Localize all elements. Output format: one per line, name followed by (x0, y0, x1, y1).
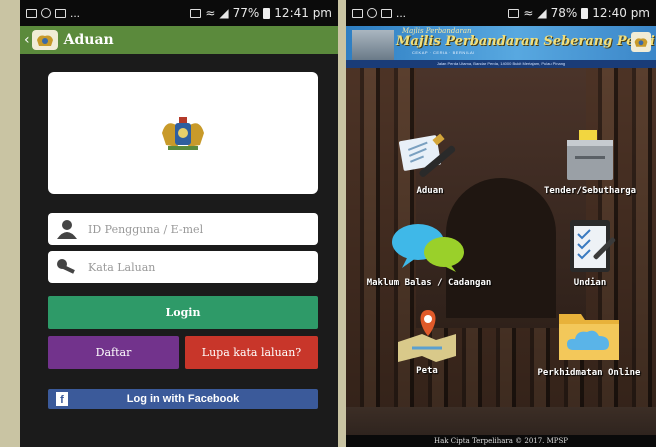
menu-item-perkhidmatan-online[interactable]: Perkhidmatan Online (522, 306, 656, 380)
gallery-icon (352, 8, 363, 18)
sync-icon (367, 8, 377, 18)
more-indicator: ... (396, 6, 407, 20)
battery-percent: 77% (232, 6, 260, 20)
copyright-footer: Hak Cipta Terpelihara © 2017. MPSP (346, 435, 656, 447)
image-icon (381, 8, 392, 18)
register-button[interactable]: Daftar (48, 336, 179, 369)
banner-tagline: CEKAP · CERIA · BERNILAI (412, 50, 475, 55)
username-input[interactable] (86, 221, 290, 237)
app-header: ‹ Aduan (20, 26, 338, 54)
menu-item-label: Aduan (416, 186, 444, 196)
council-banner: Majlis Perbandaran Majlis Perbandaran Se… (346, 26, 656, 68)
chat-bubbles-icon (392, 224, 464, 272)
more-indicator: ... (70, 6, 81, 20)
battery-icon (581, 7, 589, 19)
clock: 12:40 pm (592, 6, 650, 20)
crest-logo (162, 117, 204, 150)
map-pin-icon (398, 310, 456, 362)
menu-item-label: Undian (573, 278, 607, 288)
battery-icon (263, 7, 271, 19)
clipboard-checklist-icon (570, 220, 616, 272)
cloud-folder-icon (559, 314, 619, 360)
status-bar: ... ≈ ◢ 77% 12:41 pm (20, 0, 338, 26)
image-icon (55, 8, 66, 18)
clock: 12:41 pm (274, 6, 332, 20)
signal-icon: ◢ (219, 6, 229, 20)
menu-item-undian[interactable]: Undian (542, 216, 638, 292)
logo-card (48, 72, 318, 194)
menu-item-tender[interactable]: Tender/Sebutharga (526, 128, 654, 200)
menu-item-label: Peta (416, 366, 438, 376)
password-field[interactable] (48, 251, 318, 283)
menu-item-aduan[interactable]: Aduan (382, 128, 478, 200)
password-input[interactable] (86, 259, 290, 275)
building-logo (352, 30, 394, 60)
alarm-icon (190, 8, 202, 18)
key-icon (57, 259, 75, 274)
username-field[interactable] (48, 213, 318, 245)
home-screen: ... ≈ ◢ 78% 12:40 pm Majlis Perbandaran … (346, 0, 656, 447)
back-icon[interactable]: ‹ (24, 32, 30, 48)
signal-icon: ◢ (537, 6, 547, 20)
login-button[interactable]: Login (48, 296, 318, 329)
facebook-login-label: Log in with Facebook (126, 393, 240, 405)
crest-logo (631, 32, 651, 52)
banner-address: Jalan Perda Utama, Bandar Perda, 14000 B… (346, 60, 656, 68)
login-screen: ... ≈ ◢ 77% 12:41 pm ‹ Aduan ID Pengguna… (20, 0, 338, 447)
ballot-box-icon (567, 130, 613, 180)
user-icon (57, 220, 77, 239)
sync-icon (41, 8, 51, 18)
complaint-pen-icon (399, 133, 456, 177)
menu-item-label: Tender/Sebutharga (543, 186, 637, 196)
wifi-icon: ≈ (205, 6, 216, 20)
facebook-icon: f (56, 392, 68, 406)
forgot-password-button[interactable]: Lupa kata laluan? (185, 336, 318, 369)
page-title: Aduan (63, 32, 114, 48)
status-bar: ... ≈ ◢ 78% 12:40 pm (346, 0, 656, 26)
menu-item-maklum-balas[interactable]: Maklum Balas / Cadangan (350, 220, 508, 292)
facebook-login-button[interactable]: f Log in with Facebook (48, 389, 318, 409)
menu-item-peta[interactable]: Peta (382, 308, 472, 380)
council-name: Majlis Perbandaran Seberang Perai (396, 34, 655, 49)
battery-percent: 78% (550, 6, 578, 20)
wifi-icon: ≈ (523, 6, 534, 20)
gallery-icon (26, 8, 37, 18)
crest-logo (31, 30, 58, 50)
alarm-icon (508, 8, 520, 18)
menu-item-label: Perkhidmatan Online (537, 368, 641, 378)
menu-item-label: Maklum Balas / Cadangan (366, 278, 492, 288)
